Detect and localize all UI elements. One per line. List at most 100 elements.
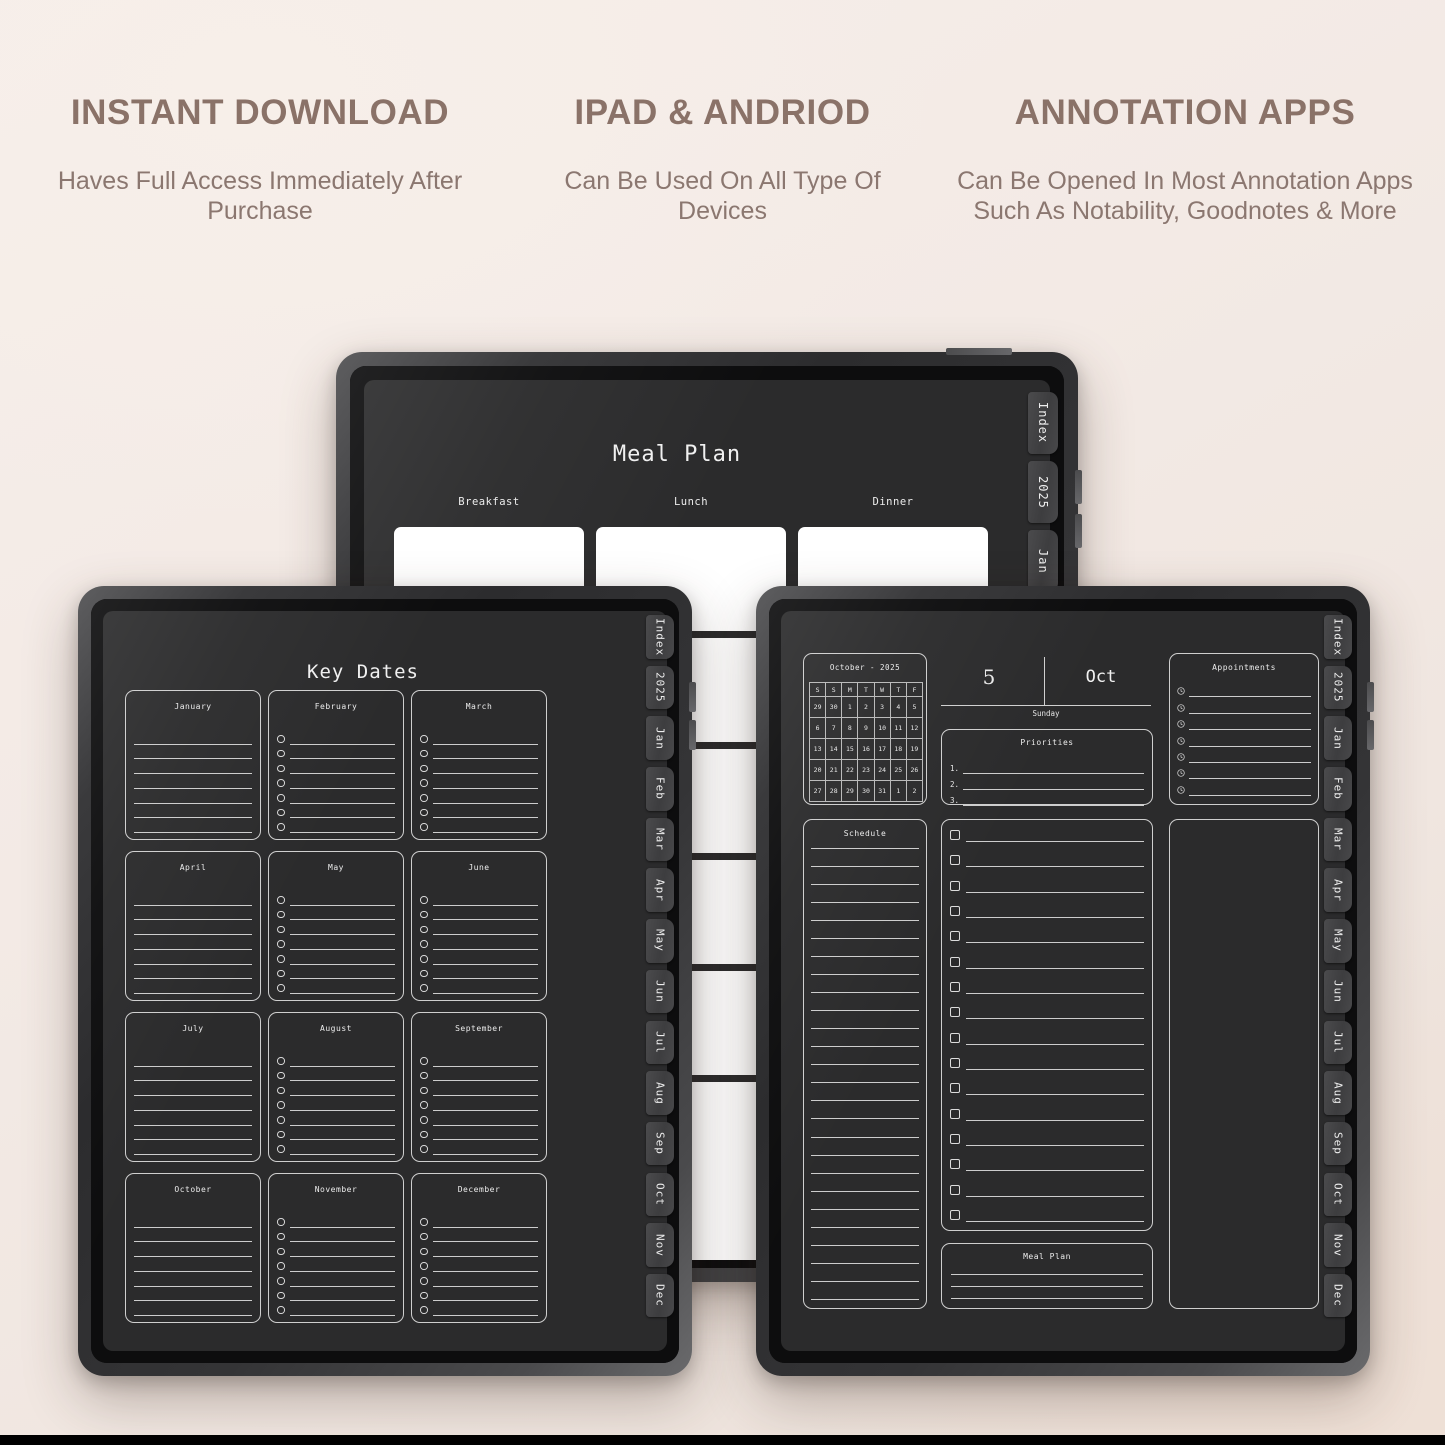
calendar-day-cell[interactable]: 5 xyxy=(905,696,924,718)
month-entry-row[interactable] xyxy=(134,906,252,921)
calendar-day-cell[interactable]: 8 xyxy=(841,717,859,739)
write-line[interactable] xyxy=(134,992,252,994)
volume-up-button[interactable] xyxy=(1367,682,1374,712)
month-entry-row[interactable] xyxy=(420,759,538,775)
write-line[interactable] xyxy=(811,1154,919,1156)
month-entry-row[interactable] xyxy=(134,1052,252,1067)
month-entry-row[interactable] xyxy=(277,1067,395,1082)
task-row[interactable] xyxy=(950,1083,1144,1096)
checkbox-icon[interactable] xyxy=(950,1133,960,1144)
index-tab-jul[interactable]: Jul xyxy=(646,1020,674,1064)
write-line[interactable] xyxy=(289,1314,395,1316)
index-tab-may[interactable]: May xyxy=(1324,919,1352,963)
write-line[interactable] xyxy=(811,1100,919,1102)
calendar-day-cell[interactable]: 7 xyxy=(825,717,843,739)
write-line[interactable] xyxy=(134,934,252,936)
task-list-card[interactable] xyxy=(941,819,1153,1231)
calendar-day-cell[interactable]: 6 xyxy=(808,717,827,739)
tablet-screen-right[interactable]: October - 2025 S S M T W T F 29 30 1 2 3 4 5 6 7 8 9 10 11 12… xyxy=(769,599,1357,1363)
write-line[interactable] xyxy=(432,787,538,789)
write-line[interactable] xyxy=(811,974,919,976)
write-line[interactable] xyxy=(289,1124,395,1126)
index-tab-nov[interactable]: Nov xyxy=(1324,1223,1352,1267)
appointment-row[interactable] xyxy=(1177,730,1311,747)
write-line[interactable] xyxy=(811,1082,919,1084)
calendar-day-cell[interactable]: 20 xyxy=(808,759,827,781)
task-row[interactable] xyxy=(950,880,1144,893)
volume-down-button[interactable] xyxy=(1367,720,1374,750)
write-line[interactable] xyxy=(811,866,919,868)
month-entry-row[interactable] xyxy=(420,920,538,936)
write-line[interactable] xyxy=(811,920,919,922)
calendar-day-cell[interactable]: 23 xyxy=(857,759,875,781)
calendar-day-cell[interactable]: 11 xyxy=(889,717,907,739)
write-line[interactable] xyxy=(289,1241,395,1243)
write-line[interactable] xyxy=(134,1300,252,1302)
write-line[interactable] xyxy=(966,841,1144,842)
write-line[interactable] xyxy=(432,1314,538,1316)
calendar-day-cell[interactable]: 21 xyxy=(825,759,843,781)
month-entry-row[interactable] xyxy=(277,1228,395,1243)
write-line[interactable] xyxy=(134,948,252,950)
checkbox-icon[interactable] xyxy=(950,830,960,840)
write-line[interactable] xyxy=(134,743,252,745)
month-card-june[interactable]: June xyxy=(411,851,547,1001)
month-entry-row[interactable] xyxy=(420,730,538,745)
write-line[interactable] xyxy=(811,1208,919,1210)
write-line[interactable] xyxy=(289,963,395,965)
calendar-day-cell[interactable]: 16 xyxy=(857,738,875,760)
month-entry-row[interactable] xyxy=(420,804,538,819)
write-line[interactable] xyxy=(134,1109,252,1111)
appointment-row[interactable] xyxy=(1177,681,1311,698)
index-tab-sep[interactable]: Sep xyxy=(1324,1121,1352,1166)
write-line[interactable] xyxy=(134,963,252,965)
power-button[interactable] xyxy=(946,348,1012,355)
month-entry-row[interactable] xyxy=(277,1301,395,1316)
month-entry-row[interactable] xyxy=(277,745,395,760)
write-line[interactable] xyxy=(811,902,919,904)
index-tab-apr[interactable]: Apr xyxy=(646,868,674,912)
write-line[interactable] xyxy=(289,919,395,921)
index-tab-sep[interactable]: Sep xyxy=(646,1121,674,1166)
index-tab-jul[interactable]: Jul xyxy=(1324,1020,1352,1064)
month-card-july[interactable]: July xyxy=(125,1012,261,1162)
mini-calendar[interactable]: October - 2025 S S M T W T F 29 30 1 2 3 4 5 6 7 8 9 10 11 12… xyxy=(803,653,927,805)
month-entry-row[interactable] xyxy=(134,965,252,980)
month-entry-row[interactable] xyxy=(420,1067,538,1082)
month-entry-row[interactable] xyxy=(277,891,395,906)
month-entry-row[interactable] xyxy=(420,1140,538,1155)
index-tab-aug[interactable]: Aug xyxy=(646,1071,674,1115)
write-line[interactable] xyxy=(432,1300,538,1302)
calendar-day-cell[interactable]: 1 xyxy=(841,696,859,718)
write-line[interactable] xyxy=(134,787,252,789)
month-entry-row[interactable] xyxy=(277,1257,395,1272)
write-line[interactable] xyxy=(811,1010,919,1012)
calendar-day-cell[interactable]: 26 xyxy=(905,759,924,781)
write-line[interactable] xyxy=(289,1109,395,1111)
write-line[interactable] xyxy=(966,1220,1144,1222)
write-line[interactable] xyxy=(811,1046,919,1048)
write-line[interactable] xyxy=(134,1065,252,1067)
calendar-day-cell[interactable]: 29 xyxy=(841,780,859,802)
write-line[interactable] xyxy=(432,1270,538,1272)
checkbox-icon[interactable] xyxy=(950,905,960,916)
write-line[interactable] xyxy=(289,948,395,950)
write-line[interactable] xyxy=(134,919,252,921)
month-entry-row[interactable] xyxy=(134,774,252,789)
write-line[interactable] xyxy=(811,992,919,994)
month-card-january[interactable]: January xyxy=(125,690,261,840)
write-line[interactable] xyxy=(432,758,538,760)
calendar-day-cell[interactable]: 2 xyxy=(857,696,875,718)
appointment-row[interactable] xyxy=(1177,747,1311,763)
month-card-may[interactable]: May xyxy=(268,851,404,1001)
write-line[interactable] xyxy=(811,1280,919,1282)
calendar-day-cell[interactable]: 9 xyxy=(857,717,875,739)
write-line[interactable] xyxy=(811,1028,919,1030)
meal-plan-card[interactable]: Meal Plan xyxy=(941,1243,1153,1309)
write-line[interactable] xyxy=(432,1124,538,1126)
write-line[interactable] xyxy=(963,773,1144,774)
planner-page-daily[interactable]: October - 2025 S S M T W T F 29 30 1 2 3 4 5 6 7 8 9 10 11 12… xyxy=(781,611,1345,1351)
write-line[interactable] xyxy=(1189,778,1311,780)
month-entry-row[interactable] xyxy=(134,1213,252,1228)
month-entry-row[interactable] xyxy=(420,818,538,833)
